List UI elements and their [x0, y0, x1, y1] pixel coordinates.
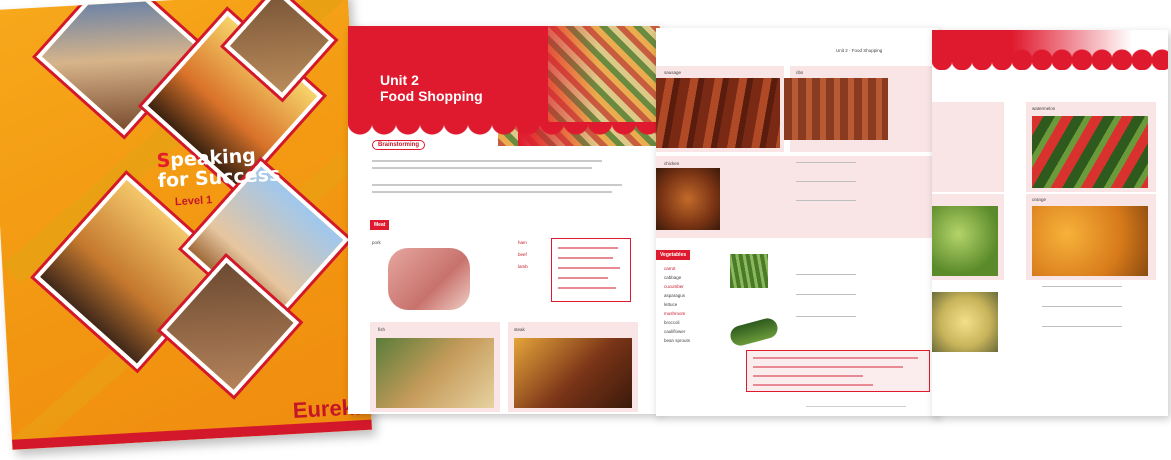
chicken-photo [656, 168, 720, 230]
cover-title: Speaking for Success [156, 143, 308, 192]
answer-line [1042, 326, 1122, 327]
list-item: lamb [518, 264, 528, 269]
vegetable-item: bean sprouts [664, 338, 691, 343]
watermelon-photo [1032, 116, 1148, 188]
vegetables-tag: Vegetables [656, 250, 691, 260]
unit-heading: Unit 2 Food Shopping [380, 72, 483, 104]
item-label: steak [514, 327, 525, 332]
page-header: Unit 2 · Food Shopping [836, 48, 883, 53]
unit-title: Food Shopping [380, 88, 483, 104]
answer-line [796, 316, 856, 317]
text-line [372, 184, 622, 186]
item-label: fish [378, 327, 386, 332]
section-heading-text: Brainstorming [378, 142, 420, 148]
steak-photo [514, 338, 632, 408]
durian-photo [932, 292, 998, 352]
header-wave [932, 30, 1168, 70]
note-line [753, 375, 863, 377]
vegetable-list: carrot cabbage cucumber asparagus lettuc… [664, 264, 724, 345]
asparagus-photo [730, 254, 768, 288]
answer-line [796, 181, 856, 182]
answer-line [796, 294, 856, 295]
vegetable-item: broccoli [664, 320, 680, 325]
note-line [558, 247, 618, 249]
item-label: ribs [796, 70, 804, 75]
vegetable-item: cabbage [664, 275, 682, 280]
item-card [932, 102, 1004, 192]
ribs-photo [784, 78, 888, 140]
sausage-photo [656, 78, 780, 148]
item-label: watermelon [1032, 106, 1056, 111]
note-line [558, 287, 616, 289]
item-label: pork [372, 240, 381, 245]
text-line [372, 167, 592, 169]
meat-tag: Meat [370, 220, 390, 230]
note-box [746, 350, 930, 392]
spread-page-2: Unit 2 · Food Shopping sausage ribs chic… [656, 28, 938, 416]
answer-line [796, 200, 856, 201]
text-line [372, 191, 612, 193]
note-box [551, 238, 631, 302]
unit-number: Unit 2 [380, 72, 419, 88]
note-line [558, 257, 613, 259]
cover-level: Level 1 [174, 194, 213, 209]
vegetable-item: lettuce [664, 302, 678, 307]
cover-bottom-strip [12, 419, 373, 450]
vegetable-item: asparagus [664, 293, 686, 298]
answer-line [796, 274, 856, 275]
note-line [558, 267, 620, 269]
vegetable-item: mushroom [664, 311, 686, 316]
vegetable-item: cauliflower [664, 329, 686, 334]
footer-line [806, 406, 906, 407]
text-line [372, 160, 602, 162]
item-label: chicken [664, 161, 680, 166]
answer-line [796, 162, 856, 163]
spread-page-3: watermelon orange [932, 30, 1168, 416]
pork-photo [388, 248, 470, 310]
cucumber-photo [728, 316, 780, 348]
book-cover: Speaking for Success Level 1 Eureka [0, 0, 373, 450]
item-label: sausage [664, 70, 682, 75]
fish-photo [376, 338, 494, 408]
orange-photo [1032, 206, 1148, 276]
vegetable-item: carrot [664, 266, 676, 271]
note-line [753, 357, 918, 359]
note-line [558, 277, 608, 279]
vegetable-item: cucumber [664, 284, 684, 289]
item-label: orange [1032, 197, 1047, 202]
answer-line [1042, 306, 1122, 307]
answer-line [1042, 286, 1122, 287]
note-line [753, 384, 873, 386]
list-item: beef [518, 252, 527, 257]
section-heading: Brainstorming [372, 140, 426, 150]
note-line [753, 366, 903, 368]
list-item: ham [518, 240, 527, 245]
fruit-photo [932, 206, 998, 276]
spread-page-1: Unit 2 Food Shopping Brainstorming Meat … [348, 26, 660, 414]
